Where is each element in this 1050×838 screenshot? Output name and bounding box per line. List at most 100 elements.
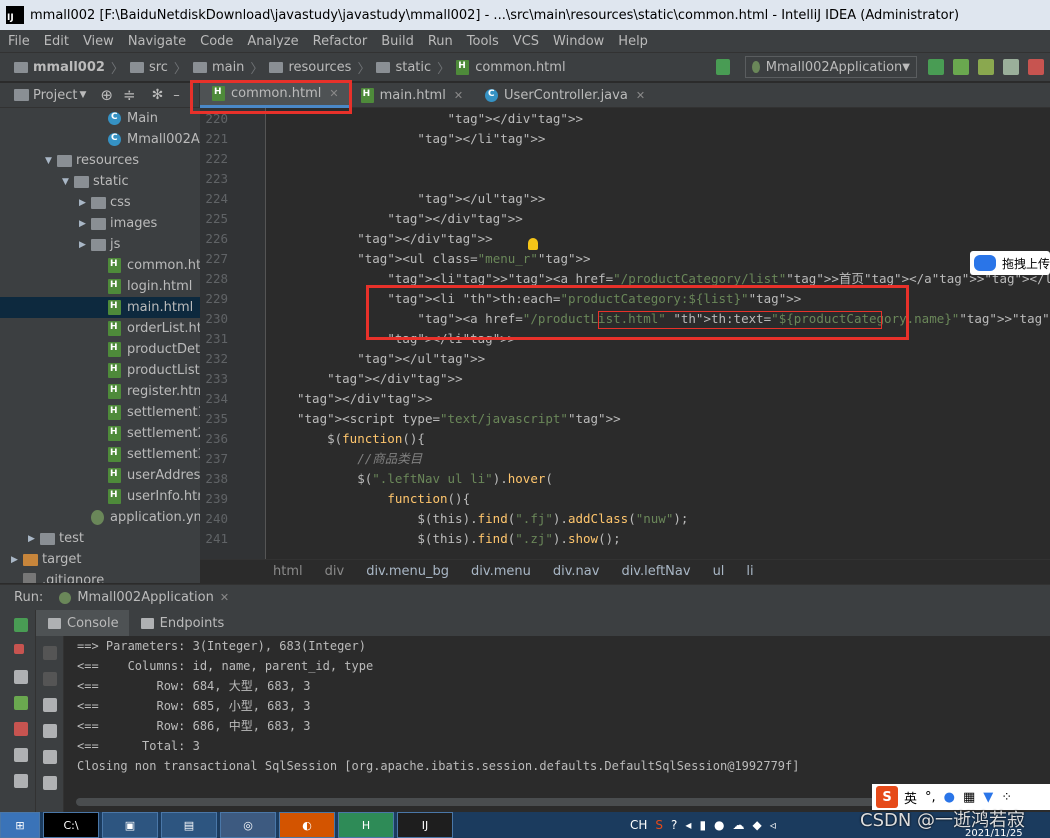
menu-file[interactable]: File	[8, 34, 30, 49]
start-button[interactable]: ⊞	[0, 812, 40, 838]
tree-item[interactable]: common.html	[0, 255, 200, 276]
breadcrumb-item[interactable]: src 〉	[129, 58, 187, 77]
monitor-icon[interactable]: ▣	[102, 812, 158, 838]
tray-icon[interactable]: ▮	[699, 818, 706, 832]
soft-wrap-icon[interactable]	[43, 698, 57, 712]
debug-icon[interactable]	[953, 59, 969, 75]
run-app-tab[interactable]: Mmall002Application	[77, 590, 214, 605]
run-icon[interactable]	[928, 59, 944, 75]
menu-code[interactable]: Code	[200, 34, 233, 49]
editor-breadcrumb-item[interactable]: html	[273, 564, 303, 579]
tree-item[interactable]: productList.ht	[0, 360, 200, 381]
close-icon[interactable]: ✕	[454, 89, 463, 102]
console-tab-endpoints[interactable]: Endpoints	[129, 610, 235, 636]
code-line[interactable]: 222	[200, 149, 1050, 169]
project-tool-header[interactable]: Project ▼ ⊕ ≑ ✻ –	[0, 82, 200, 108]
intellij-icon[interactable]: IJ	[397, 812, 453, 838]
scroll-to-end-icon[interactable]	[43, 724, 57, 738]
cmd-icon[interactable]: C:\	[43, 812, 99, 838]
profile-icon[interactable]	[1003, 59, 1019, 75]
tree-item[interactable]: register.html	[0, 381, 200, 402]
upload-tooltip[interactable]: 拖拽上传	[970, 251, 1050, 275]
tree-item[interactable]: ▶ js	[0, 234, 120, 255]
tree-item[interactable]: ▼ resources	[0, 150, 139, 171]
close-icon[interactable]: ✕	[220, 591, 229, 604]
qq-icon[interactable]: ●	[714, 818, 724, 832]
build-hammer-icon[interactable]	[716, 59, 730, 75]
tree-item[interactable]: login.html	[0, 276, 192, 297]
hide-icon[interactable]: –	[173, 88, 180, 103]
code-line[interactable]: 223	[200, 169, 1050, 189]
tree-item[interactable]: userInfo.html	[0, 486, 200, 507]
code-line[interactable]: 236 $(function(){	[200, 429, 1050, 449]
editor-breadcrumb-item[interactable]: ul	[713, 564, 725, 579]
close-icon[interactable]: ✕	[636, 89, 645, 102]
editor-breadcrumb-item[interactable]: li	[746, 564, 753, 579]
tree-item[interactable]: .gitignore	[0, 570, 104, 583]
sogou-tray-icon[interactable]: S	[655, 818, 663, 832]
code-line[interactable]: 234 "tag"></div"tag">>	[200, 389, 1050, 409]
tree-item[interactable]: ▼ static	[0, 171, 129, 192]
breadcrumb-item[interactable]: mmall002 〉	[14, 58, 124, 77]
up-arrow-icon[interactable]	[43, 646, 57, 660]
help-icon[interactable]: ?	[671, 818, 677, 832]
cloud-tray-icon[interactable]: ☁	[733, 818, 745, 832]
menu-build[interactable]: Build	[381, 34, 414, 49]
locate-icon[interactable]: ⊕	[100, 86, 113, 104]
code-line[interactable]: 240 $(this).find(".fj").addClass("nuw");	[200, 509, 1050, 529]
console-tab-console[interactable]: Console	[36, 610, 129, 636]
tree-item[interactable]: productDetail	[0, 339, 200, 360]
down-arrow-icon[interactable]	[43, 672, 57, 686]
code-line[interactable]: 239 function(){	[200, 489, 1050, 509]
stop-icon[interactable]	[1028, 59, 1044, 75]
breadcrumb-item[interactable]: static 〉	[376, 58, 450, 77]
run-config-dropdown[interactable]: Mmall002Application ▼	[745, 56, 917, 78]
code-line[interactable]: 226 "tag"></div"tag">>	[200, 229, 1050, 249]
code-line[interactable]: 238 $(".leftNav ul li").hover(	[200, 469, 1050, 489]
tree-item[interactable]: main.html	[0, 297, 200, 318]
print-icon[interactable]	[43, 750, 57, 764]
code-line[interactable]: 232 "tag"></ul"tag">>	[200, 349, 1050, 369]
tree-item[interactable]: application.yml	[0, 507, 200, 528]
pin-icon[interactable]	[14, 774, 28, 788]
volume-icon[interactable]: ◂	[685, 818, 691, 832]
editor-breadcrumb-item[interactable]: div.nav	[553, 564, 600, 579]
editor-breadcrumb-item[interactable]: div	[325, 564, 345, 579]
tree-item[interactable]: settlement2.ht	[0, 423, 200, 444]
tree-item[interactable]: settlement1.ht	[0, 402, 200, 423]
menu-vcs[interactable]: VCS	[513, 34, 539, 49]
breadcrumb-item[interactable]: resources 〉	[269, 58, 370, 77]
tab-usercontroller-java[interactable]: UserController.java✕	[473, 83, 655, 108]
tree-item[interactable]: ▶ test	[0, 528, 84, 549]
tree-item[interactable]: orderList.html	[0, 318, 200, 339]
exit-icon[interactable]	[14, 722, 28, 736]
menu-run[interactable]: Run	[428, 34, 453, 49]
debug-icon[interactable]	[14, 696, 28, 710]
menu-navigate[interactable]: Navigate	[128, 34, 186, 49]
gear-icon[interactable]: ✻	[152, 87, 164, 103]
tree-item[interactable]: Mmall002App	[0, 129, 200, 150]
code-line[interactable]: 221 "tag"></li"tag">>	[200, 129, 1050, 149]
chrome-icon[interactable]: ◎	[220, 812, 276, 838]
menu-tools[interactable]: Tools	[467, 34, 499, 49]
tree-item[interactable]: userAddressL	[0, 465, 200, 486]
tab-main-html[interactable]: main.html✕	[349, 83, 473, 108]
browser-icon[interactable]: ◐	[279, 812, 335, 838]
breadcrumb-item[interactable]: common.html	[456, 59, 566, 75]
collapse-icon[interactable]: ≑	[123, 86, 136, 104]
tree-item[interactable]: settlement3.ht	[0, 444, 200, 465]
breadcrumb-item[interactable]: main 〉	[192, 58, 263, 77]
code-line[interactable]: 225 "tag"></div"tag">>	[200, 209, 1050, 229]
hbuilder-icon[interactable]: H	[338, 812, 394, 838]
stop-icon[interactable]	[14, 644, 24, 654]
layout-icon[interactable]	[14, 748, 28, 762]
coverage-icon[interactable]	[978, 59, 994, 75]
editor-breadcrumb-item[interactable]: div.menu_bg	[366, 564, 449, 579]
speaker-icon[interactable]: ◃	[770, 818, 776, 832]
tree-item[interactable]: ▶ css	[0, 192, 131, 213]
editor-breadcrumb-item[interactable]: div.menu	[471, 564, 531, 579]
network-icon[interactable]: ▤	[161, 812, 217, 838]
code-line[interactable]: 241 $(this).find(".zj").show();	[200, 529, 1050, 549]
code-line[interactable]: 233 "tag"></div"tag">>	[200, 369, 1050, 389]
lightbulb-icon[interactable]	[528, 238, 538, 250]
